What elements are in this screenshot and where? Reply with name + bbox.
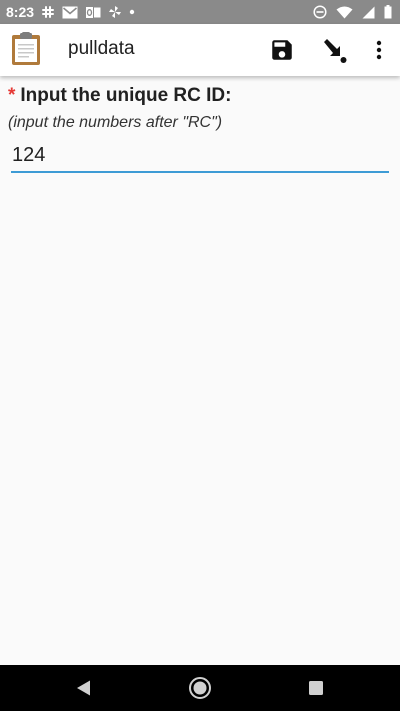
status-time: 8:23	[6, 4, 35, 20]
outlook-icon	[85, 5, 101, 19]
question-hint: (input the numbers after "RC")	[8, 114, 223, 131]
battery-icon	[384, 5, 392, 19]
overflow-menu-icon[interactable]	[370, 38, 388, 62]
dot-icon	[129, 9, 135, 15]
status-left: 8:23	[6, 4, 135, 20]
clipboard-icon	[11, 32, 41, 66]
pinwheel-icon	[108, 5, 122, 19]
screen: 8:23 pulldata * Input the unique RC ID: …	[0, 0, 400, 711]
recents-icon[interactable]	[308, 680, 324, 696]
do-not-disturb-icon	[313, 5, 327, 19]
app-bar: pulldata	[0, 24, 400, 76]
go-to-prompt-icon[interactable]	[321, 37, 349, 65]
required-marker: *	[8, 85, 16, 106]
rc-id-input[interactable]	[11, 142, 389, 173]
question-text: Input the unique RC ID:	[20, 85, 232, 106]
app-title: pulldata	[68, 38, 135, 59]
wifi-icon	[336, 6, 353, 19]
home-icon[interactable]	[188, 676, 212, 700]
back-icon[interactable]	[75, 679, 93, 697]
question-label: * Input the unique RC ID:	[8, 85, 231, 107]
status-bar: 8:23	[0, 0, 400, 24]
slack-icon	[41, 5, 55, 19]
gmail-icon	[62, 6, 78, 19]
status-right	[313, 5, 392, 19]
signal-icon	[362, 6, 375, 19]
save-icon[interactable]	[269, 37, 295, 63]
navigation-bar	[0, 665, 400, 711]
